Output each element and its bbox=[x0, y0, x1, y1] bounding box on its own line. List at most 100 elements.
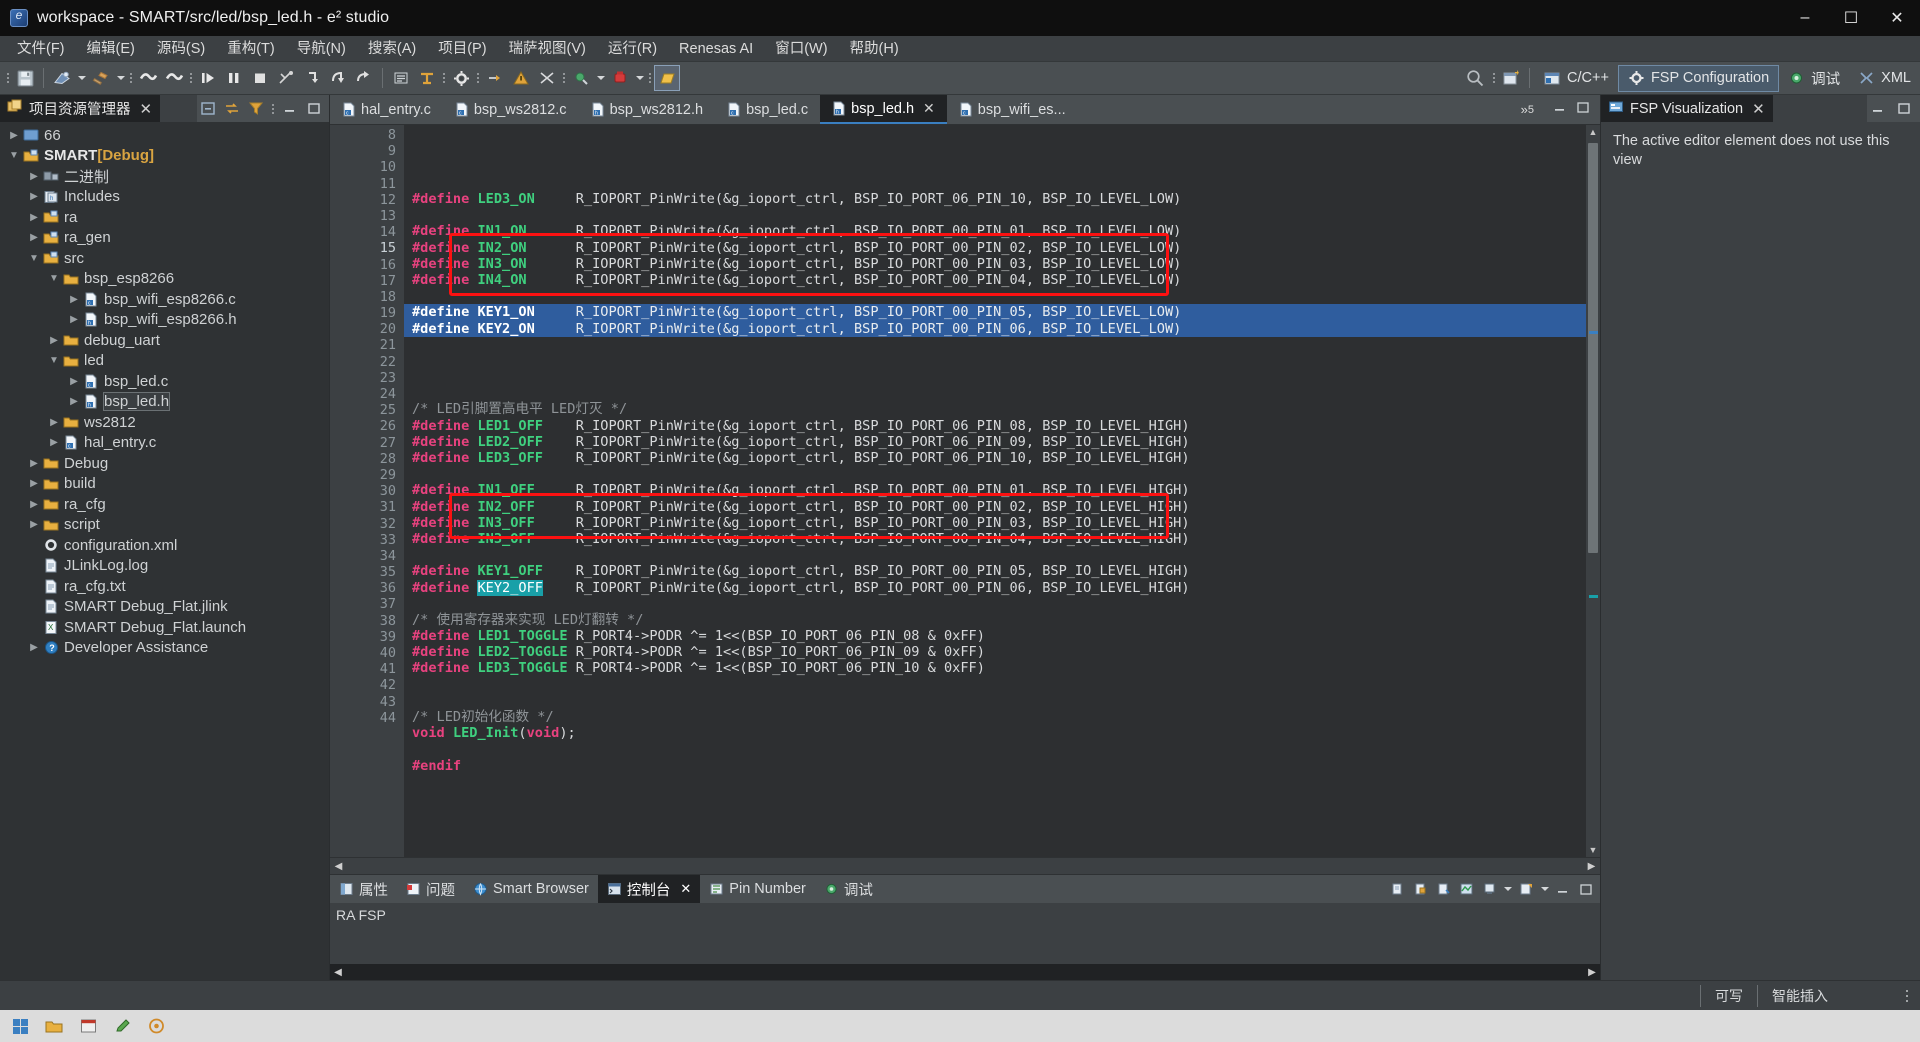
toolbar-drag-handle-7[interactable] bbox=[646, 67, 654, 89]
menu-item-5[interactable]: 导航(N) bbox=[286, 37, 357, 61]
code-line-29[interactable]: #define IN3_OFF R_IOPORT_PinWrite(&g_iop… bbox=[404, 531, 1586, 547]
code-line-9[interactable] bbox=[404, 207, 1586, 223]
run-external-icon[interactable] bbox=[161, 65, 187, 91]
console-scroll-left-icon[interactable]: ◀ bbox=[330, 967, 346, 978]
scrollbar-thumb[interactable] bbox=[1588, 143, 1598, 553]
toolbar-drag-handle-6[interactable] bbox=[560, 67, 568, 89]
tree-item-66[interactable]: ▶ 66 bbox=[0, 125, 329, 146]
code-line-17[interactable] bbox=[404, 337, 1586, 353]
step-into-icon[interactable] bbox=[299, 65, 325, 91]
filter-icon[interactable] bbox=[245, 97, 267, 120]
close-icon[interactable]: ✕ bbox=[680, 881, 691, 897]
code-line-24[interactable]: #define LED3_OFF R_IOPORT_PinWrite(&g_io… bbox=[404, 450, 1586, 466]
chevron-right-icon[interactable]: ▶ bbox=[26, 519, 42, 530]
code-line-37[interactable]: #define LED3_TOGGLE R_PORT4->PODR ^= 1<<… bbox=[404, 660, 1586, 676]
chevron-right-icon[interactable]: ▶ bbox=[46, 417, 62, 428]
code-line-26[interactable]: #define IN1_OFF R_IOPORT_PinWrite(&g_iop… bbox=[404, 482, 1586, 498]
maximize-button[interactable]: ☐ bbox=[1828, 0, 1874, 36]
chevron-down-icon[interactable]: ▼ bbox=[46, 355, 62, 366]
code-line-40[interactable]: /* LED初始化函数 */ bbox=[404, 709, 1586, 725]
minimize-button[interactable]: – bbox=[1782, 0, 1828, 36]
console-scroll-right-icon[interactable]: ▶ bbox=[1584, 967, 1600, 978]
code-line-21[interactable]: /* LED引脚置高电平 LED灯灭 */ bbox=[404, 401, 1586, 417]
new-icon[interactable] bbox=[49, 65, 75, 91]
tree-item-ra-cfg[interactable]: ▶ ra_cfg bbox=[0, 494, 329, 515]
editor-vertical-scrollbar[interactable]: ▲ ▼ bbox=[1586, 125, 1600, 857]
code-line-27[interactable]: #define IN2_OFF R_IOPORT_PinWrite(&g_iop… bbox=[404, 499, 1586, 515]
code-line-43[interactable]: #endif bbox=[404, 758, 1586, 774]
code-line-22[interactable]: #define LED1_OFF R_IOPORT_PinWrite(&g_io… bbox=[404, 418, 1586, 434]
build-hammer-icon[interactable] bbox=[88, 65, 114, 91]
code-line-36[interactable]: #define LED2_TOGGLE R_PORT4->PODR ^= 1<<… bbox=[404, 644, 1586, 660]
code-line-38[interactable] bbox=[404, 677, 1586, 693]
minimize-console-icon[interactable] bbox=[1552, 877, 1574, 901]
chevron-right-icon[interactable]: ▶ bbox=[26, 499, 42, 510]
editor-tab-bsp-ws2812-h[interactable]: h bsp_ws2812.h bbox=[579, 95, 716, 124]
code-line-14[interactable] bbox=[404, 288, 1586, 304]
menu-item-4[interactable]: 重构(T) bbox=[216, 37, 286, 61]
console-tab-smart-browser[interactable]: Smart Browser bbox=[464, 875, 598, 903]
new-console-dropdown-icon[interactable] bbox=[1538, 876, 1551, 902]
perspective-drag-handle[interactable] bbox=[1490, 67, 1498, 89]
resume-icon[interactable] bbox=[195, 65, 221, 91]
hscroll-track[interactable] bbox=[347, 860, 1583, 872]
export-icon[interactable] bbox=[482, 65, 508, 91]
lock-console-icon[interactable] bbox=[1409, 877, 1431, 901]
project-tree[interactable]: ▶ 66 ▼ SMART [Debug] ▶ 二进制 ▶ h Includes ▶ ra ▶ ra_ge… bbox=[0, 122, 329, 980]
menu-item-11[interactable]: 窗口(W) bbox=[764, 37, 838, 61]
warning-icon[interactable] bbox=[508, 65, 534, 91]
console-output[interactable]: RA FSP bbox=[330, 903, 1600, 964]
statusbar-menu-icon[interactable] bbox=[1902, 985, 1912, 1007]
perspective-[interactable]: 调试 bbox=[1779, 65, 1849, 92]
chevron-right-icon[interactable]: ▶ bbox=[46, 335, 62, 346]
menu-item-10[interactable]: Renesas AI bbox=[668, 37, 764, 61]
project-explorer-tab[interactable]: 项目资源管理器 ✕ bbox=[0, 95, 161, 122]
tree-item-debug-uart[interactable]: ▶ debug_uart bbox=[0, 330, 329, 351]
tree-item-smart-debug-flat-launch[interactable]: X SMART Debug_Flat.launch bbox=[0, 617, 329, 638]
tree-item-bsp-wifi-esp8266-h[interactable]: ▶ h bsp_wifi_esp8266.h bbox=[0, 310, 329, 331]
chevron-right-icon[interactable]: ▶ bbox=[46, 437, 62, 448]
code-line-28[interactable]: #define IN3_OFF R_IOPORT_PinWrite(&g_iop… bbox=[404, 515, 1586, 531]
scroll-up-icon[interactable]: ▲ bbox=[1586, 125, 1600, 139]
chevron-right-icon[interactable]: ▶ bbox=[26, 458, 42, 469]
editor-marker-gutter[interactable] bbox=[330, 125, 354, 857]
tree-item-bsp-wifi-esp8266-c[interactable]: ▶ c bsp_wifi_esp8266.c bbox=[0, 289, 329, 310]
disconnect-icon[interactable] bbox=[273, 65, 299, 91]
display-console-icon[interactable] bbox=[1478, 877, 1500, 901]
chevron-right-icon[interactable]: ▶ bbox=[26, 232, 42, 243]
menu-item-2[interactable]: 编辑(E) bbox=[76, 37, 146, 61]
chevron-right-icon[interactable]: ▶ bbox=[66, 314, 82, 325]
console-hscroll-track[interactable] bbox=[346, 964, 1584, 980]
open-perspective-icon[interactable] bbox=[1498, 65, 1524, 91]
new-console-icon[interactable] bbox=[1515, 877, 1537, 901]
step-return-icon[interactable] bbox=[351, 65, 377, 91]
close-button[interactable]: ✕ bbox=[1874, 0, 1920, 36]
code-line-35[interactable]: #define LED1_TOGGLE R_PORT4->PODR ^= 1<<… bbox=[404, 628, 1586, 644]
code-line-11[interactable]: #define IN2_ON R_IOPORT_PinWrite(&g_iopo… bbox=[404, 240, 1586, 256]
tree-item-ra-gen[interactable]: ▶ ra_gen bbox=[0, 228, 329, 249]
code-line-10[interactable]: #define IN1_ON R_IOPORT_PinWrite(&g_iopo… bbox=[404, 223, 1586, 239]
chevron-right-icon[interactable]: ▶ bbox=[66, 294, 82, 305]
toolbar-drag-handle[interactable] bbox=[4, 67, 12, 89]
console-tab-[interactable]: 问题 bbox=[397, 875, 464, 903]
breakpoint-icon[interactable] bbox=[607, 65, 633, 91]
browser-taskbar-icon[interactable] bbox=[146, 1016, 166, 1036]
code-line-19[interactable] bbox=[404, 369, 1586, 385]
code-line-33[interactable] bbox=[404, 596, 1586, 612]
search-all-icon[interactable] bbox=[534, 65, 560, 91]
scroll-lock-icon[interactable] bbox=[1432, 877, 1454, 901]
start-icon[interactable] bbox=[10, 1016, 30, 1036]
code-line-12[interactable]: #define IN3_ON R_IOPORT_PinWrite(&g_iopo… bbox=[404, 256, 1586, 272]
link-with-editor-icon[interactable] bbox=[221, 97, 243, 120]
calendar-taskbar-icon[interactable] bbox=[78, 1016, 98, 1036]
chevron-right-icon[interactable]: ▶ bbox=[66, 376, 82, 387]
tree-item-bsp-led-c[interactable]: ▶ c bsp_led.c bbox=[0, 371, 329, 392]
chevron-down-icon[interactable]: ▼ bbox=[46, 273, 62, 284]
scroll-left-icon[interactable]: ◀ bbox=[330, 861, 347, 872]
code-line-34[interactable]: /* 使用寄存器来实现 LED灯翻转 */ bbox=[404, 612, 1586, 628]
editor-horizontal-scrollbar[interactable]: ◀ ▶ bbox=[330, 857, 1600, 874]
minimize-view-icon[interactable] bbox=[279, 97, 301, 120]
scroll-down-icon[interactable]: ▼ bbox=[1586, 843, 1600, 857]
folder-taskbar-icon[interactable] bbox=[44, 1016, 64, 1036]
code-line-42[interactable] bbox=[404, 741, 1586, 757]
